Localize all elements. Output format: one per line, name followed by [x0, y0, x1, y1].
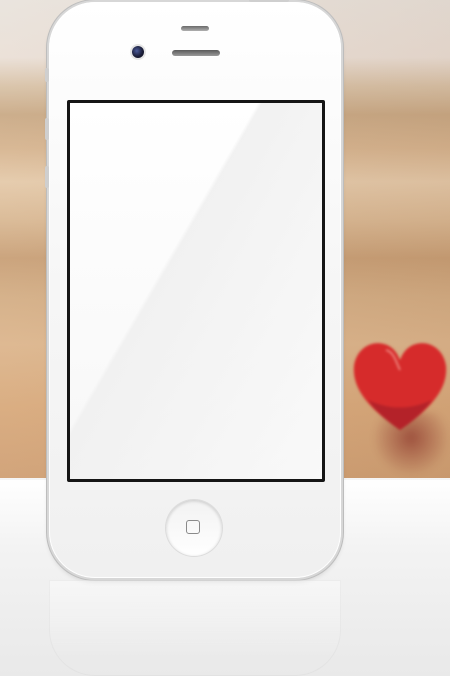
front-camera-icon	[132, 46, 144, 58]
home-square-icon	[186, 520, 200, 534]
earpiece-slot	[181, 26, 209, 31]
device-mockup-scene	[0, 0, 450, 676]
power-button	[249, 0, 289, 2]
mute-switch	[45, 68, 49, 82]
home-button[interactable]	[166, 500, 222, 556]
phone-body	[45, 0, 341, 578]
earpiece-speaker-icon	[172, 50, 220, 56]
phone-reflection	[49, 580, 341, 676]
heart-decoration	[353, 343, 447, 430]
phone-screen[interactable]	[67, 100, 325, 482]
screen-glare	[70, 103, 322, 479]
volume-up-button	[45, 118, 49, 140]
volume-down-button	[45, 166, 49, 188]
